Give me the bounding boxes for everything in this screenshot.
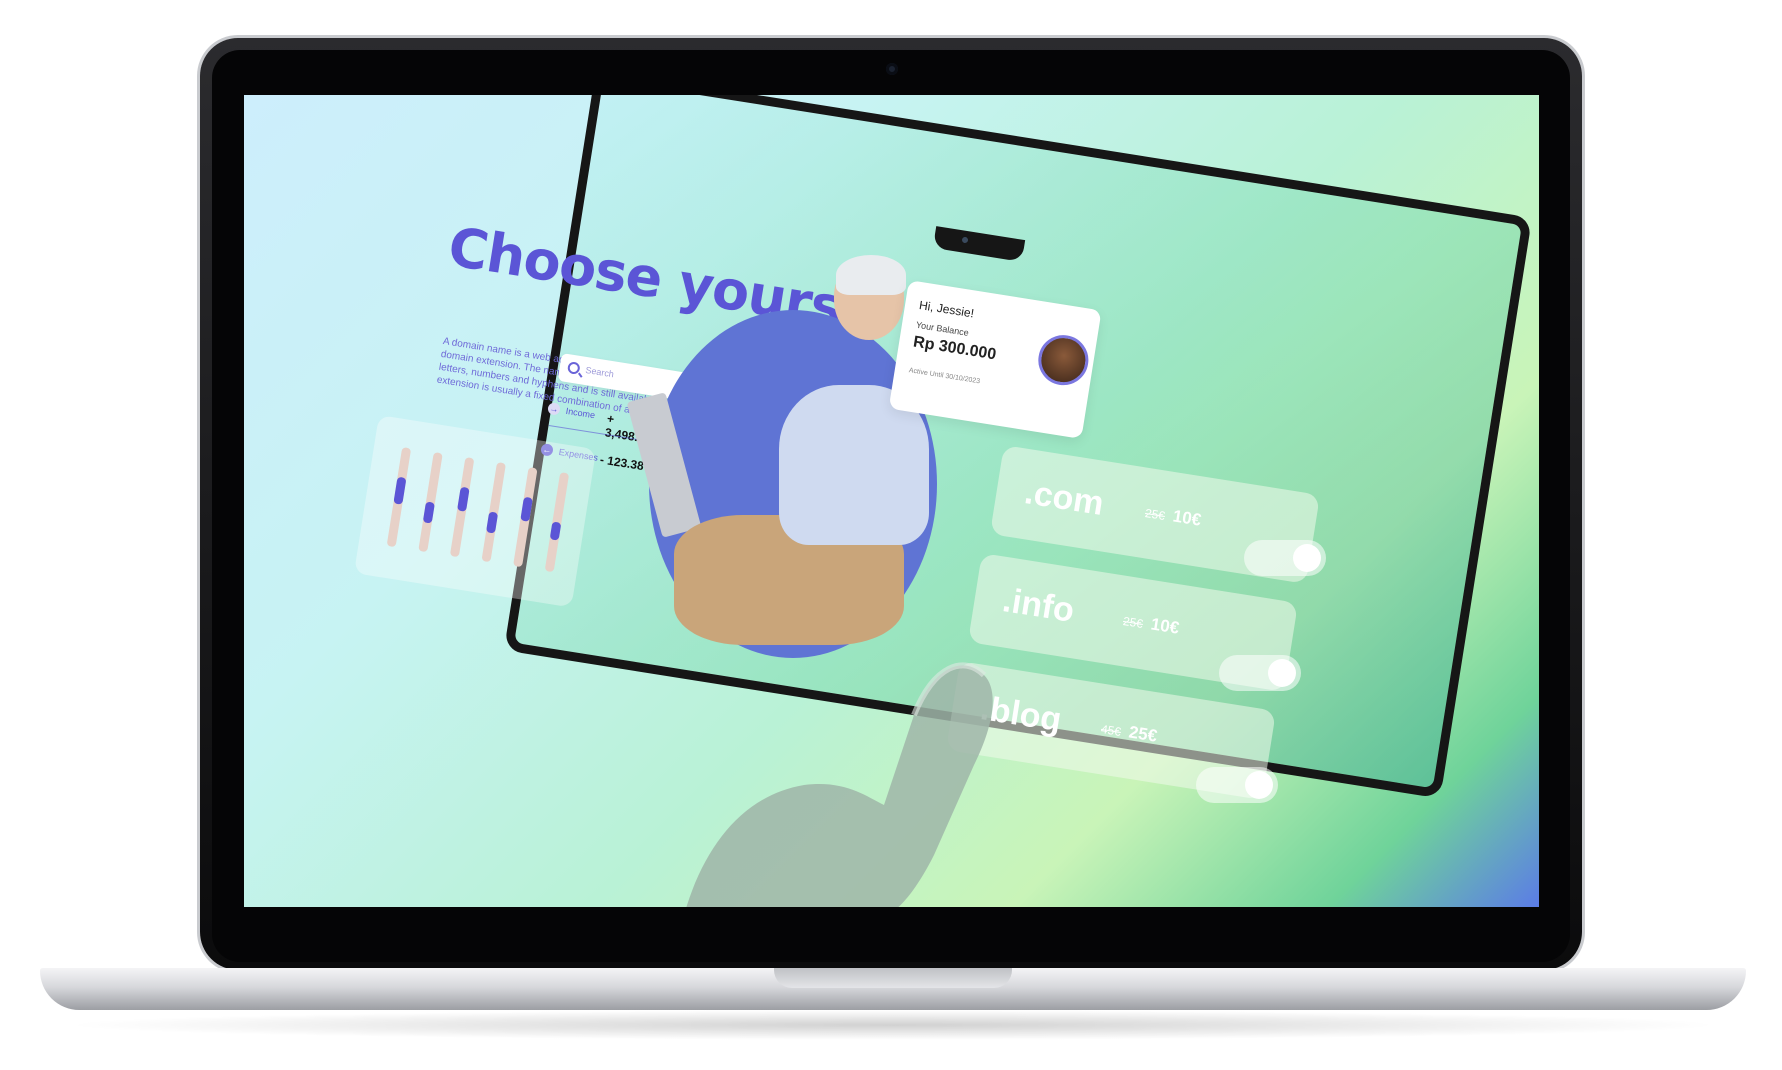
domain-old-price: 25€	[1144, 505, 1166, 523]
laptop-lid-notch	[774, 968, 1012, 988]
domain-old-price: 25€	[1122, 613, 1144, 631]
bar	[457, 486, 470, 512]
bar-track	[544, 472, 570, 573]
active-until: Active Until 30/10/2023	[908, 367, 981, 386]
search-icon	[566, 361, 581, 375]
bar	[485, 511, 499, 534]
bar	[422, 501, 435, 524]
bar-track	[513, 467, 538, 568]
bar	[393, 476, 407, 505]
laptop-shadow	[60, 1010, 1726, 1040]
domain-new-price: 25€	[1127, 722, 1159, 746]
bar-track	[449, 457, 475, 558]
bar-chart-card	[353, 415, 597, 608]
toggle-com[interactable]	[1244, 540, 1326, 576]
laptop-screen: Choose yours A domain name is a web addr…	[244, 95, 1539, 907]
toggle-knob	[1245, 771, 1273, 799]
bar-track	[481, 462, 506, 563]
balance-value: Rp 300.000	[912, 333, 998, 364]
toggle-info[interactable]	[1219, 655, 1301, 691]
bar-track	[386, 447, 412, 548]
domain-name: .com	[1021, 473, 1107, 524]
pointing-hand-icon	[686, 662, 993, 907]
search-placeholder: Search	[584, 364, 615, 380]
bar-track	[418, 452, 443, 553]
toggle-knob	[1293, 544, 1321, 572]
greeting: Hi, Jessie!	[918, 297, 976, 321]
webcam-icon	[886, 63, 898, 75]
domain-new-price: 10€	[1149, 614, 1181, 638]
bar	[549, 521, 562, 541]
domain-old-price: 45€	[1100, 721, 1122, 739]
toggle-knob	[1268, 659, 1296, 687]
avatar[interactable]	[1034, 331, 1092, 389]
bar	[520, 496, 533, 522]
toggle-blog[interactable]	[1196, 767, 1278, 803]
person-hair	[836, 255, 906, 295]
domain-new-price: 10€	[1171, 506, 1203, 530]
